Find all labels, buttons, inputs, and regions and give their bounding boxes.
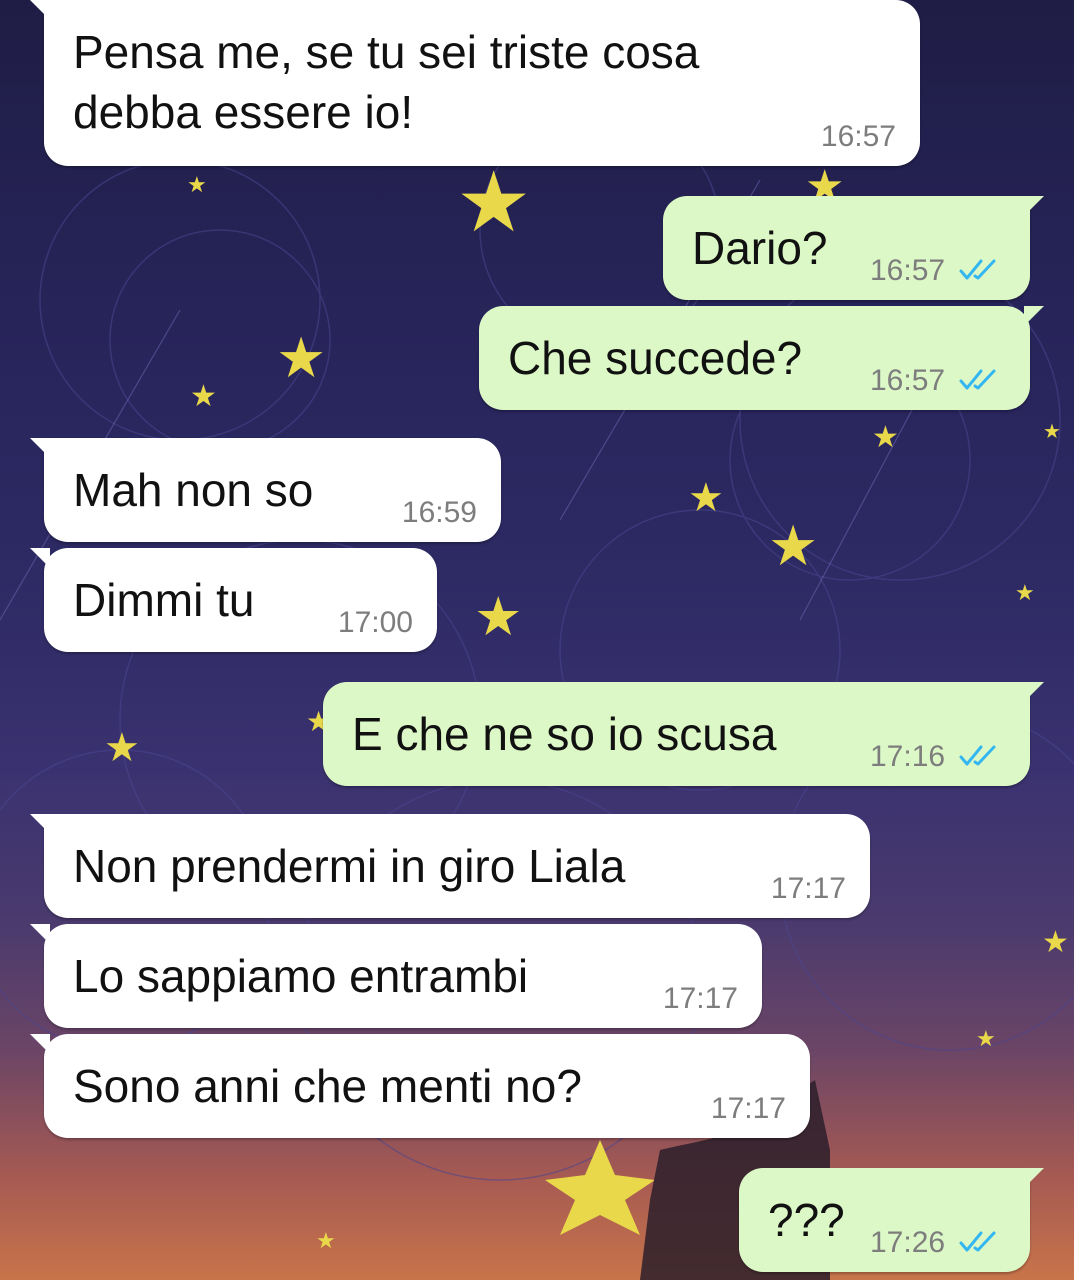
double-check-icon — [959, 745, 996, 766]
big-star-silhouette — [545, 1140, 655, 1235]
star-icon: ★ — [688, 476, 724, 520]
message-bubble-outgoing[interactable]: ??? 17:26 — [739, 1168, 1044, 1272]
message-text: Dario? — [692, 222, 828, 274]
star-icon: ★ — [1042, 926, 1069, 959]
message-text: Lo sappiamo entrambi — [73, 950, 529, 1002]
star-icon: ★ — [976, 1026, 996, 1051]
star-icon: ★ — [1043, 421, 1061, 443]
star-icon: ★ — [104, 726, 140, 770]
message-text: Dimmi tu — [73, 574, 255, 626]
message-bubble-incoming[interactable]: Mah non so 16:59 — [30, 438, 501, 542]
star-icon: ★ — [1015, 580, 1035, 605]
message-time: 17:17 — [662, 982, 738, 1015]
double-check-icon — [959, 1231, 996, 1252]
message-bubble-incoming[interactable]: Dimmi tu 17:00 — [30, 548, 437, 652]
star-icon: ★ — [872, 421, 899, 454]
star-icon: ★ — [456, 155, 532, 249]
message-time: 17:17 — [770, 872, 846, 905]
message-bubble-incoming[interactable]: Non prendermi in giro Liala 17:17 — [30, 814, 870, 918]
message-time: 16:57 — [870, 364, 946, 397]
message-time: 17:17 — [710, 1092, 786, 1125]
double-check-icon — [959, 369, 996, 390]
message-text: Non prendermi in giro Liala — [73, 840, 626, 892]
message-text: E che ne so io scusa — [352, 708, 777, 760]
star-icon: ★ — [474, 587, 523, 647]
message-bubble-incoming[interactable]: Pensa me, se tu sei triste cosa debba es… — [30, 0, 920, 166]
star-icon: ★ — [190, 380, 217, 413]
message-bubble-incoming[interactable]: Lo sappiamo entrambi 17:17 — [30, 924, 762, 1028]
message-time: 17:16 — [870, 740, 946, 773]
star-icon: ★ — [768, 514, 819, 577]
double-check-icon — [959, 259, 996, 280]
message-time: 16:57 — [820, 120, 896, 153]
message-text: Mah non so — [73, 464, 314, 516]
star-icon: ★ — [187, 172, 207, 197]
message-bubble-outgoing[interactable]: Dario? 16:57 — [663, 196, 1044, 300]
message-text: Sono anni che menti no? — [73, 1060, 582, 1112]
message-time: 16:59 — [401, 496, 477, 529]
message-bubble-outgoing[interactable]: E che ne so io scusa 17:16 — [323, 682, 1044, 786]
message-time: 17:26 — [870, 1226, 946, 1259]
message-time: 16:57 — [870, 254, 946, 287]
message-bubble-outgoing[interactable]: Che succede? 16:57 — [479, 306, 1044, 410]
message-text: Che succede? — [508, 332, 803, 384]
star-icon: ★ — [276, 326, 327, 389]
message-bubble-incoming[interactable]: Sono anni che menti no? 17:17 — [30, 1034, 810, 1138]
message-text: Pensa me, se tu sei triste cosa debba es… — [73, 26, 700, 138]
message-time: 17:00 — [337, 606, 413, 639]
star-icon: ★ — [316, 1228, 336, 1253]
message-text: ??? — [768, 1194, 845, 1246]
